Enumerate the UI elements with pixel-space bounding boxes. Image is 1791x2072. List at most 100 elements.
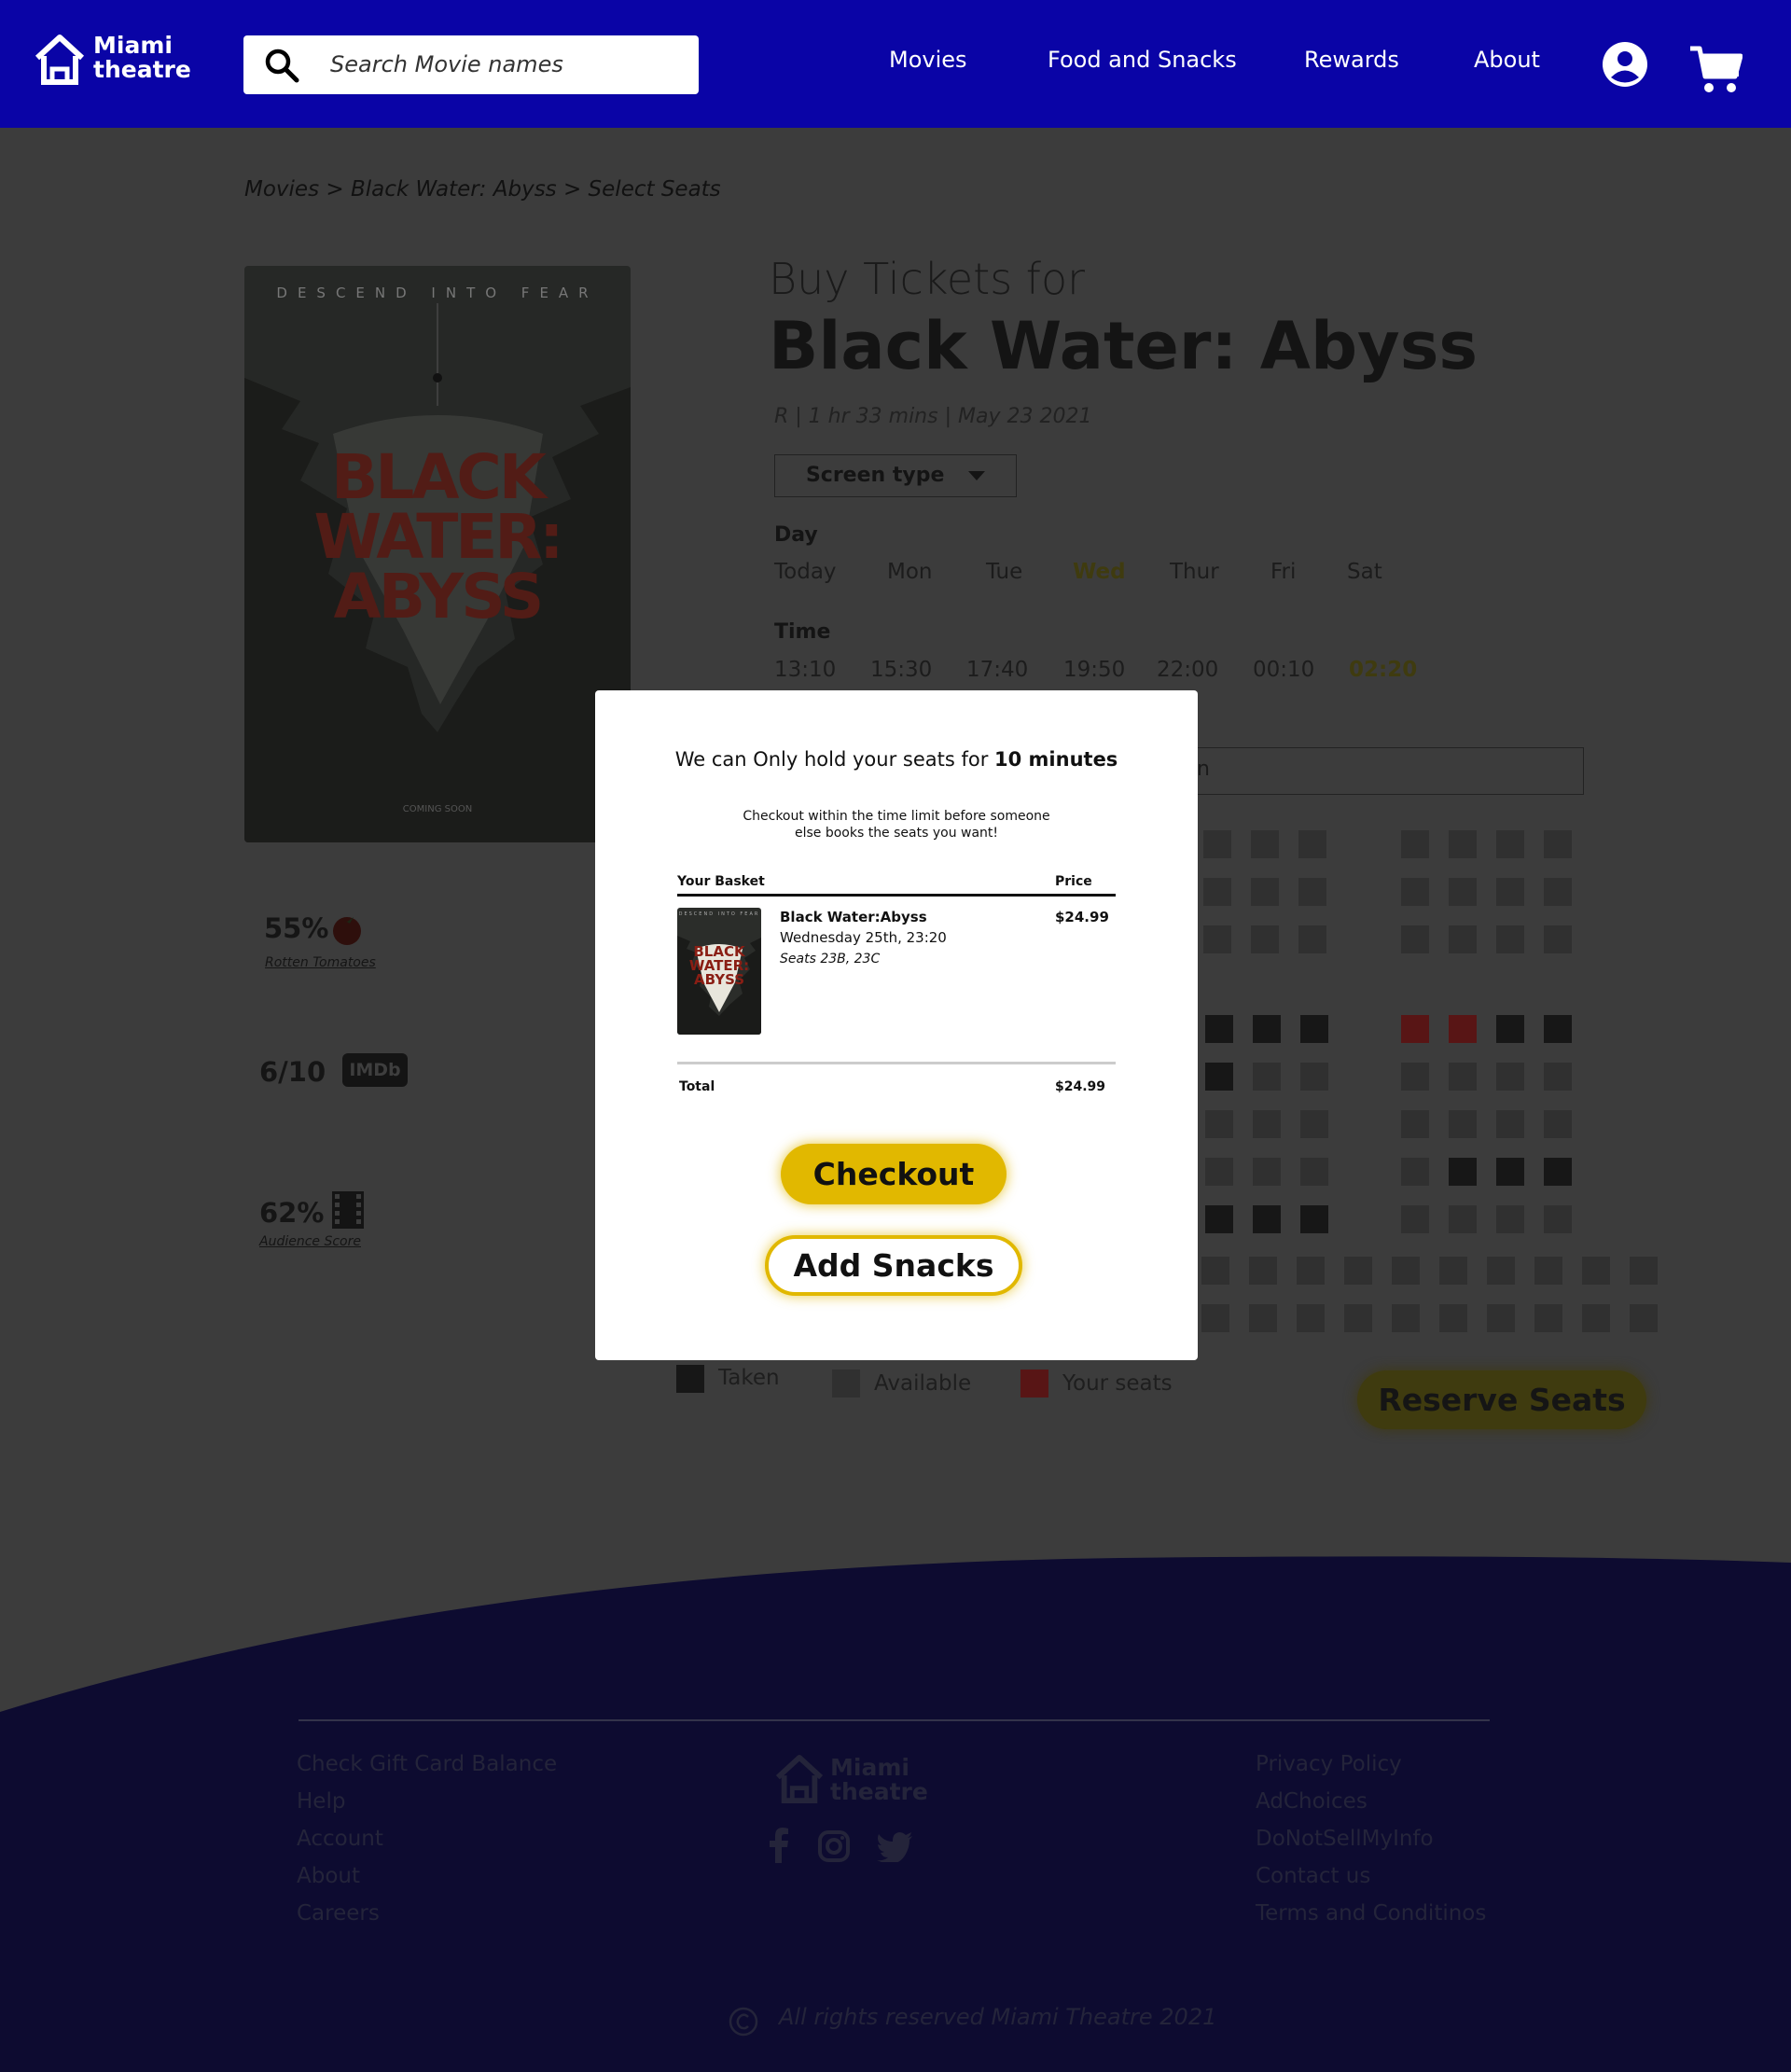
seat[interactable] — [1300, 1063, 1328, 1091]
seat[interactable] — [1249, 1257, 1277, 1285]
seat[interactable] — [1544, 1063, 1572, 1091]
day-option-today[interactable]: Today — [774, 560, 837, 584]
time-option[interactable]: 13:10 — [774, 658, 836, 682]
day-option-mon[interactable]: Mon — [887, 560, 933, 584]
seat[interactable] — [1544, 1110, 1572, 1138]
seat[interactable] — [1344, 1257, 1372, 1285]
seat[interactable] — [1496, 1063, 1524, 1091]
seat-selected[interactable] — [1449, 1015, 1477, 1043]
facebook-icon[interactable] — [770, 1828, 788, 1863]
seat[interactable] — [1300, 1110, 1328, 1138]
nav-about[interactable]: About — [1474, 47, 1540, 73]
seat[interactable] — [1487, 1304, 1515, 1332]
seat[interactable] — [1298, 925, 1326, 953]
instagram-icon[interactable] — [818, 1830, 850, 1862]
nav-movies[interactable]: Movies — [889, 47, 967, 73]
seat[interactable] — [1582, 1257, 1610, 1285]
search-icon[interactable] — [264, 48, 299, 83]
screen-type-dropdown[interactable]: Screen type — [774, 454, 1017, 497]
seat[interactable] — [1401, 1110, 1429, 1138]
seat[interactable] — [1401, 1063, 1429, 1091]
seat[interactable] — [1449, 878, 1477, 906]
seat[interactable] — [1251, 830, 1279, 858]
nav-food-and-snacks[interactable]: Food and Snacks — [1048, 47, 1237, 73]
breadcrumb[interactable]: Movies > Black Water: Abyss > Select Sea… — [244, 177, 721, 202]
checkout-button[interactable]: Checkout — [781, 1144, 1007, 1204]
seat[interactable] — [1449, 1110, 1477, 1138]
footer-logo[interactable]: Miami theatre — [774, 1754, 951, 1810]
seat[interactable] — [1544, 830, 1572, 858]
seat[interactable] — [1630, 1304, 1658, 1332]
seat[interactable] — [1449, 925, 1477, 953]
seat[interactable] — [1534, 1257, 1562, 1285]
seat[interactable] — [1582, 1304, 1610, 1332]
seat[interactable] — [1251, 925, 1279, 953]
seat[interactable] — [1253, 1063, 1281, 1091]
day-option-fri[interactable]: Fri — [1270, 560, 1296, 584]
seat[interactable] — [1544, 878, 1572, 906]
time-option[interactable]: 00:10 — [1253, 658, 1314, 682]
seat[interactable] — [1401, 925, 1429, 953]
footer-link-adchoices[interactable]: AdChoices — [1256, 1789, 1368, 1814]
footer-link-gift-card[interactable]: Check Gift Card Balance — [297, 1752, 557, 1776]
seat[interactable] — [1496, 878, 1524, 906]
seat[interactable] — [1401, 1205, 1429, 1233]
seat[interactable] — [1449, 1063, 1477, 1091]
footer-link-donotsell[interactable]: DoNotSellMyInfo — [1256, 1827, 1434, 1851]
time-option[interactable]: 19:50 — [1063, 658, 1125, 682]
seat[interactable] — [1205, 1110, 1233, 1138]
seat[interactable] — [1439, 1257, 1467, 1285]
day-option-sat[interactable]: Sat — [1347, 560, 1382, 584]
seat[interactable] — [1496, 1205, 1524, 1233]
theater-select-box[interactable]: n — [1194, 747, 1584, 795]
footer-link-terms[interactable]: Terms and Conditinos — [1256, 1901, 1486, 1926]
footer-link-about[interactable]: About — [297, 1864, 360, 1888]
footer-link-help[interactable]: Help — [297, 1789, 345, 1814]
twitter-icon[interactable] — [877, 1832, 912, 1862]
time-option[interactable]: 15:30 — [870, 658, 932, 682]
seat[interactable] — [1203, 830, 1231, 858]
seat-selected[interactable] — [1401, 1015, 1429, 1043]
seat[interactable] — [1449, 1205, 1477, 1233]
seat[interactable] — [1496, 925, 1524, 953]
day-option-thur[interactable]: Thur — [1170, 560, 1219, 584]
seat[interactable] — [1249, 1304, 1277, 1332]
seat[interactable] — [1251, 878, 1279, 906]
audience-score-link[interactable]: Audience Score — [259, 1234, 361, 1249]
search-input[interactable] — [330, 47, 675, 82]
seat[interactable] — [1544, 1205, 1572, 1233]
footer-link-contact[interactable]: Contact us — [1256, 1864, 1370, 1888]
seat[interactable] — [1344, 1304, 1372, 1332]
rotten-tomatoes-link[interactable]: Rotten Tomatoes — [265, 955, 376, 970]
seat[interactable] — [1449, 830, 1477, 858]
seat[interactable] — [1534, 1304, 1562, 1332]
seat[interactable] — [1298, 878, 1326, 906]
cart-icon[interactable] — [1688, 43, 1742, 95]
footer-link-careers[interactable]: Careers — [297, 1901, 380, 1926]
seat[interactable] — [1439, 1304, 1467, 1332]
seat[interactable] — [1401, 1158, 1429, 1186]
reserve-seats-button[interactable]: Reserve Seats — [1357, 1370, 1646, 1429]
seat[interactable] — [1205, 1158, 1233, 1186]
seat[interactable] — [1401, 878, 1429, 906]
day-option-wed[interactable]: Wed — [1073, 560, 1126, 584]
user-icon[interactable] — [1602, 41, 1648, 88]
seat[interactable] — [1201, 1304, 1229, 1332]
seat[interactable] — [1544, 925, 1572, 953]
time-option[interactable]: 17:40 — [966, 658, 1028, 682]
seat[interactable] — [1496, 830, 1524, 858]
time-option-selected[interactable]: 02:20 — [1349, 658, 1417, 682]
footer-link-account[interactable]: Account — [297, 1827, 383, 1851]
day-option-tue[interactable]: Tue — [986, 560, 1022, 584]
seat[interactable] — [1496, 1110, 1524, 1138]
footer-link-privacy[interactable]: Privacy Policy — [1256, 1752, 1402, 1776]
add-snacks-button[interactable]: Add Snacks — [765, 1235, 1022, 1296]
seat[interactable] — [1253, 1110, 1281, 1138]
seat[interactable] — [1201, 1257, 1229, 1285]
seat[interactable] — [1392, 1304, 1420, 1332]
seat[interactable] — [1203, 878, 1231, 906]
seat[interactable] — [1253, 1158, 1281, 1186]
seat[interactable] — [1487, 1257, 1515, 1285]
nav-rewards[interactable]: Rewards — [1304, 47, 1399, 73]
seat[interactable] — [1203, 925, 1231, 953]
